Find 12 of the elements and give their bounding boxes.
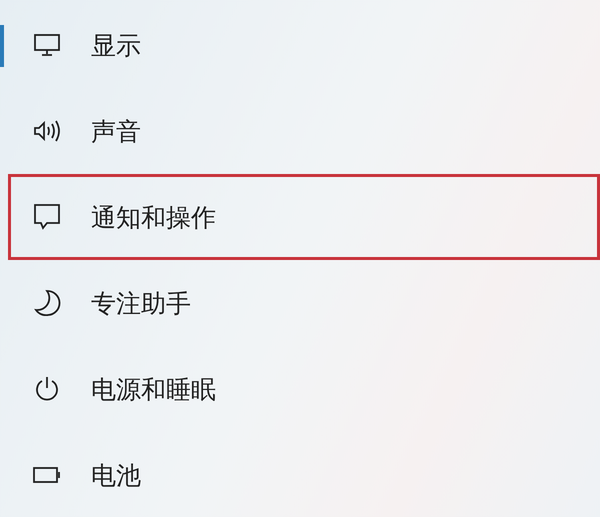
sidebar-item[interactable]: 电池 [0,445,453,505]
speaker-icon [33,119,61,143]
display-icon [33,33,61,57]
sidebar-item[interactable]: 声音 [0,101,453,161]
sidebar-item[interactable]: 显示 [0,15,453,75]
sidebar-item[interactable]: 专注助手 [0,273,453,333]
message-icon [33,204,61,230]
moon-icon [33,290,61,316]
sidebar-item[interactable]: 电源和睡眠 [0,359,453,419]
battery-icon [33,467,61,483]
power-icon [33,376,61,402]
sidebar-item[interactable]: 通知和操作 [0,187,453,247]
